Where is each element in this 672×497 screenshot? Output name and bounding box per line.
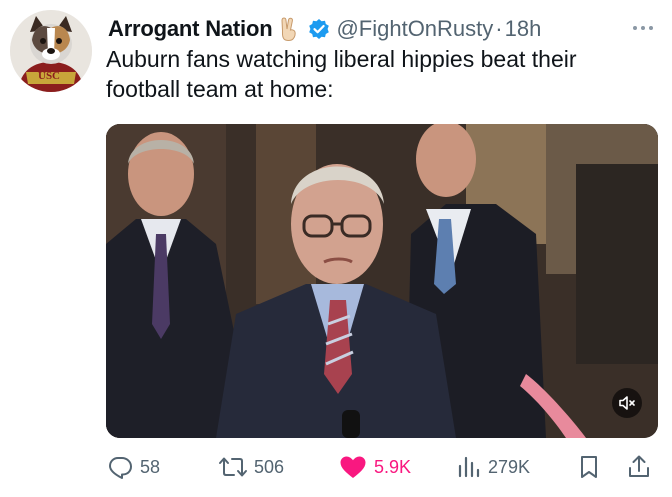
tweet-text: Auburn fans watching liberal hippies bea…: [106, 44, 658, 104]
mute-toggle-icon[interactable]: [612, 388, 642, 418]
tweet-timestamp[interactable]: 18h: [505, 16, 542, 42]
repost-count: 506: [254, 456, 285, 477]
bookmark-icon: [581, 456, 597, 478]
reply-icon: [109, 457, 132, 479]
author-display-name[interactable]: Arrogant Nation: [108, 16, 273, 42]
tweet-text-line-1: Auburn fans watching liberal hippies bea…: [106, 46, 577, 72]
victory-hand-icon: [276, 16, 302, 42]
avatar-badge-text: USC: [38, 70, 61, 82]
repost-icon: [219, 457, 247, 477]
separator-dot: ·: [495, 16, 503, 41]
share-icon: [629, 455, 649, 477]
share-button[interactable]: [626, 453, 652, 481]
author-avatar[interactable]: USC: [10, 10, 92, 92]
like-button[interactable]: 5.9K: [338, 453, 411, 481]
reply-count: 58: [140, 456, 161, 477]
more-options-icon[interactable]: [626, 16, 660, 40]
repost-button[interactable]: 506: [218, 453, 284, 481]
action-bar: 58 506 5.9K 279K: [106, 450, 662, 484]
like-count: 5.9K: [374, 456, 412, 477]
bookmark-button[interactable]: [576, 453, 602, 481]
verified-badge-icon[interactable]: [308, 18, 330, 40]
tweet-text-line-2: football team at home:: [106, 76, 334, 102]
video-frame-image: [106, 124, 658, 438]
heart-filled-icon: [340, 456, 366, 478]
tweet-header: Arrogant Nation @FightOnRusty · 18h: [108, 14, 660, 44]
views-chart-icon: [458, 456, 480, 478]
views-count: 279K: [488, 456, 531, 477]
video-player[interactable]: [106, 124, 658, 438]
views-button[interactable]: 279K: [456, 453, 530, 481]
author-handle[interactable]: @FightOnRusty: [336, 16, 493, 42]
reply-button[interactable]: 58: [106, 453, 160, 481]
